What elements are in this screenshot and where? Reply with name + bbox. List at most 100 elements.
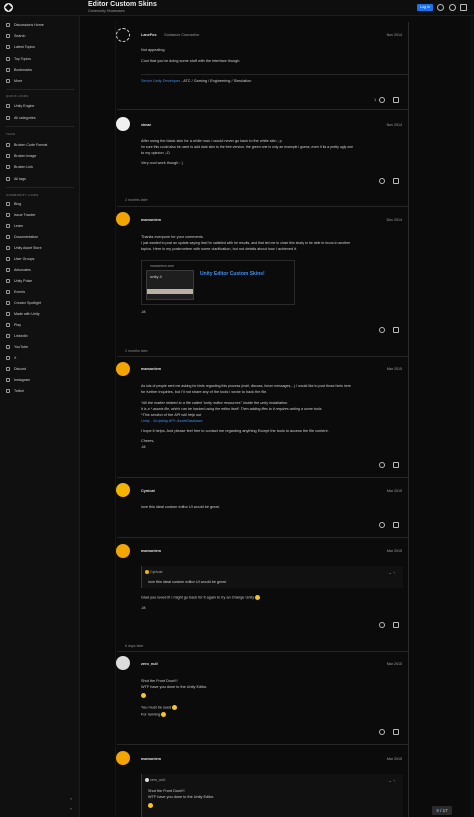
sidebar-tag-broken-image[interactable]: Broken Image: [6, 153, 36, 159]
link-preview-card[interactable]: mamoniem.com unity 4 Unity Editor Custom…: [141, 260, 295, 305]
link-icon: [6, 389, 10, 394]
sidebar-community-unity-asset-store[interactable]: Unity Asset Store: [6, 245, 42, 251]
signature-link[interactable]: Senior Unity Developer: [141, 79, 180, 83]
share-icon[interactable]: [393, 97, 399, 103]
sidebar-item-all-categories[interactable]: All categories: [6, 115, 36, 121]
avatar[interactable]: [116, 656, 130, 670]
quote-author[interactable]: Cynicat:: [150, 570, 163, 574]
sidebar-community-events[interactable]: Events: [6, 289, 25, 295]
expand-quote-icon[interactable]: ⌄ ↑: [389, 778, 395, 783]
post-date[interactable]: Mar 2015: [360, 549, 402, 553]
post-username[interactable]: vimar: [141, 123, 151, 127]
post-text: I just wanted to post an update saying t…: [141, 241, 351, 245]
sidebar-community-advocates[interactable]: Advocates: [6, 267, 31, 273]
post-progress-indicator[interactable]: 8 / 17: [432, 806, 452, 815]
avatar[interactable]: [116, 362, 130, 376]
post-date[interactable]: Mar 2015: [360, 662, 402, 666]
sidebar-community-discord[interactable]: Discord: [6, 366, 26, 372]
signature-text: - ATC / Gaming / Engineering / Simulatio…: [180, 79, 252, 83]
post-date[interactable]: Mar 2015: [360, 757, 402, 761]
theme-toggle-icon[interactable]: [437, 4, 444, 11]
heart-icon[interactable]: [379, 178, 385, 184]
topic-title[interactable]: Editor Custom Skins: [88, 1, 157, 8]
post-username[interactable]: mamoniem: [141, 549, 161, 553]
chevron-icon[interactable]: »: [70, 806, 72, 811]
link-icon: [6, 334, 10, 339]
sidebar-item-latest[interactable]: Latest Topics: [6, 44, 35, 50]
post-date[interactable]: Dec 2014: [360, 218, 402, 222]
sidebar-community-instagram[interactable]: Instagram: [6, 377, 30, 383]
scrollbar[interactable]: [470, 16, 474, 817]
sidebar-item-unity-engine[interactable]: Unity Engine: [6, 103, 34, 109]
menu-icon[interactable]: [460, 4, 467, 11]
share-icon[interactable]: [393, 178, 399, 184]
post-username[interactable]: LaneFox: [141, 33, 157, 37]
chevron-collapse-icon[interactable]: «: [70, 796, 72, 801]
sidebar-item-more[interactable]: More: [6, 78, 22, 84]
signature: Senior Unity Developer - ATC / Gaming / …: [141, 79, 403, 84]
community-links-heading[interactable]: COMMUNITY LINKS: [6, 193, 38, 197]
post-date[interactable]: Mar 2015: [360, 489, 402, 493]
post-username[interactable]: mamoniem: [141, 757, 161, 761]
post-username[interactable]: mamoniem: [141, 367, 161, 371]
sidebar-community-x[interactable]: X: [6, 355, 16, 361]
sidebar-tag-broken-link[interactable]: Broken Link: [6, 164, 33, 170]
heart-icon[interactable]: [379, 97, 385, 103]
share-icon[interactable]: [393, 522, 399, 528]
sidebar-community-issue-tracker[interactable]: Issue Tracker: [6, 212, 36, 218]
avatar[interactable]: [116, 28, 130, 42]
sidebar-community-learn[interactable]: Learn: [6, 223, 23, 229]
link-icon: [6, 356, 10, 361]
heart-icon[interactable]: [379, 729, 385, 735]
avatar[interactable]: [116, 117, 130, 131]
post-text: for further inquiries, but I'll not shar…: [141, 390, 268, 394]
post-text: WTF have you done to the Unity Editor.: [141, 685, 208, 689]
sidebar-community-youtube[interactable]: YouTube: [6, 344, 28, 350]
api-link[interactable]: Unity - Scripting API: AssetDatabase: [141, 419, 403, 424]
like-count[interactable]: 1: [374, 97, 376, 102]
sidebar-all-tags[interactable]: All tags: [6, 176, 26, 182]
login-button[interactable]: Log In: [417, 4, 433, 11]
sidebar-community-twitch[interactable]: Twitch: [6, 388, 24, 394]
sidebar-community-user-groups[interactable]: User Groups: [6, 256, 34, 262]
heart-icon[interactable]: [379, 522, 385, 528]
expand-quote-icon[interactable]: ⌄ ↑: [389, 570, 395, 575]
sidebar-community-play[interactable]: Play: [6, 322, 21, 328]
quick-links-heading[interactable]: QUICK LINKS: [6, 94, 28, 98]
share-icon[interactable]: [393, 462, 399, 468]
sidebar-community-blog[interactable]: Blog: [6, 201, 21, 207]
heart-icon[interactable]: [379, 622, 385, 628]
share-icon[interactable]: [393, 622, 399, 628]
sidebar-community-unity-pulse[interactable]: Unity Pulse: [6, 278, 32, 284]
sidebar-community-documentation[interactable]: Documentation: [6, 234, 38, 240]
sidebar-item-home[interactable]: Discussions Home: [6, 22, 44, 28]
post-date[interactable]: Nov 2014: [360, 33, 402, 37]
avatar[interactable]: [116, 212, 130, 226]
post-date[interactable]: Nov 2014: [360, 123, 402, 127]
sidebar-community-creator-spotlight[interactable]: Creator Spotlight: [6, 300, 41, 306]
post-username[interactable]: Cynicat: [141, 489, 155, 493]
heart-icon[interactable]: [379, 462, 385, 468]
unity-logo-icon[interactable]: [4, 3, 13, 12]
avatar[interactable]: [116, 751, 130, 765]
post-username[interactable]: zero_null: [141, 662, 158, 666]
tags-heading[interactable]: TAGS: [6, 132, 15, 136]
sidebar-item-search[interactable]: Search: [6, 33, 25, 39]
share-icon[interactable]: [393, 327, 399, 333]
sidebar-community-linkedin[interactable]: LinkedIn: [6, 333, 28, 339]
link-preview-title[interactable]: Unity Editor Custom Skins!: [200, 271, 265, 277]
sidebar-item-top[interactable]: Top Topics: [6, 56, 31, 62]
quote-author[interactable]: zero_null:: [150, 778, 166, 782]
post-username[interactable]: mamoniem: [141, 218, 161, 222]
avatar[interactable]: [116, 544, 130, 558]
topic-category[interactable]: Community Showcases: [88, 9, 125, 13]
post-date[interactable]: Mar 2015: [360, 367, 402, 371]
post-text: It is a *.assets file, which can be hack…: [141, 407, 323, 411]
share-icon[interactable]: [393, 729, 399, 735]
sidebar-item-bookmarks[interactable]: Bookmarks: [6, 67, 32, 73]
sidebar-tag-broken-code[interactable]: Broken Code Format: [6, 142, 47, 148]
avatar[interactable]: [116, 483, 130, 497]
search-icon[interactable]: [449, 4, 456, 11]
sidebar-community-made-with-unity[interactable]: Made with Unity: [6, 311, 40, 317]
heart-icon[interactable]: [379, 327, 385, 333]
